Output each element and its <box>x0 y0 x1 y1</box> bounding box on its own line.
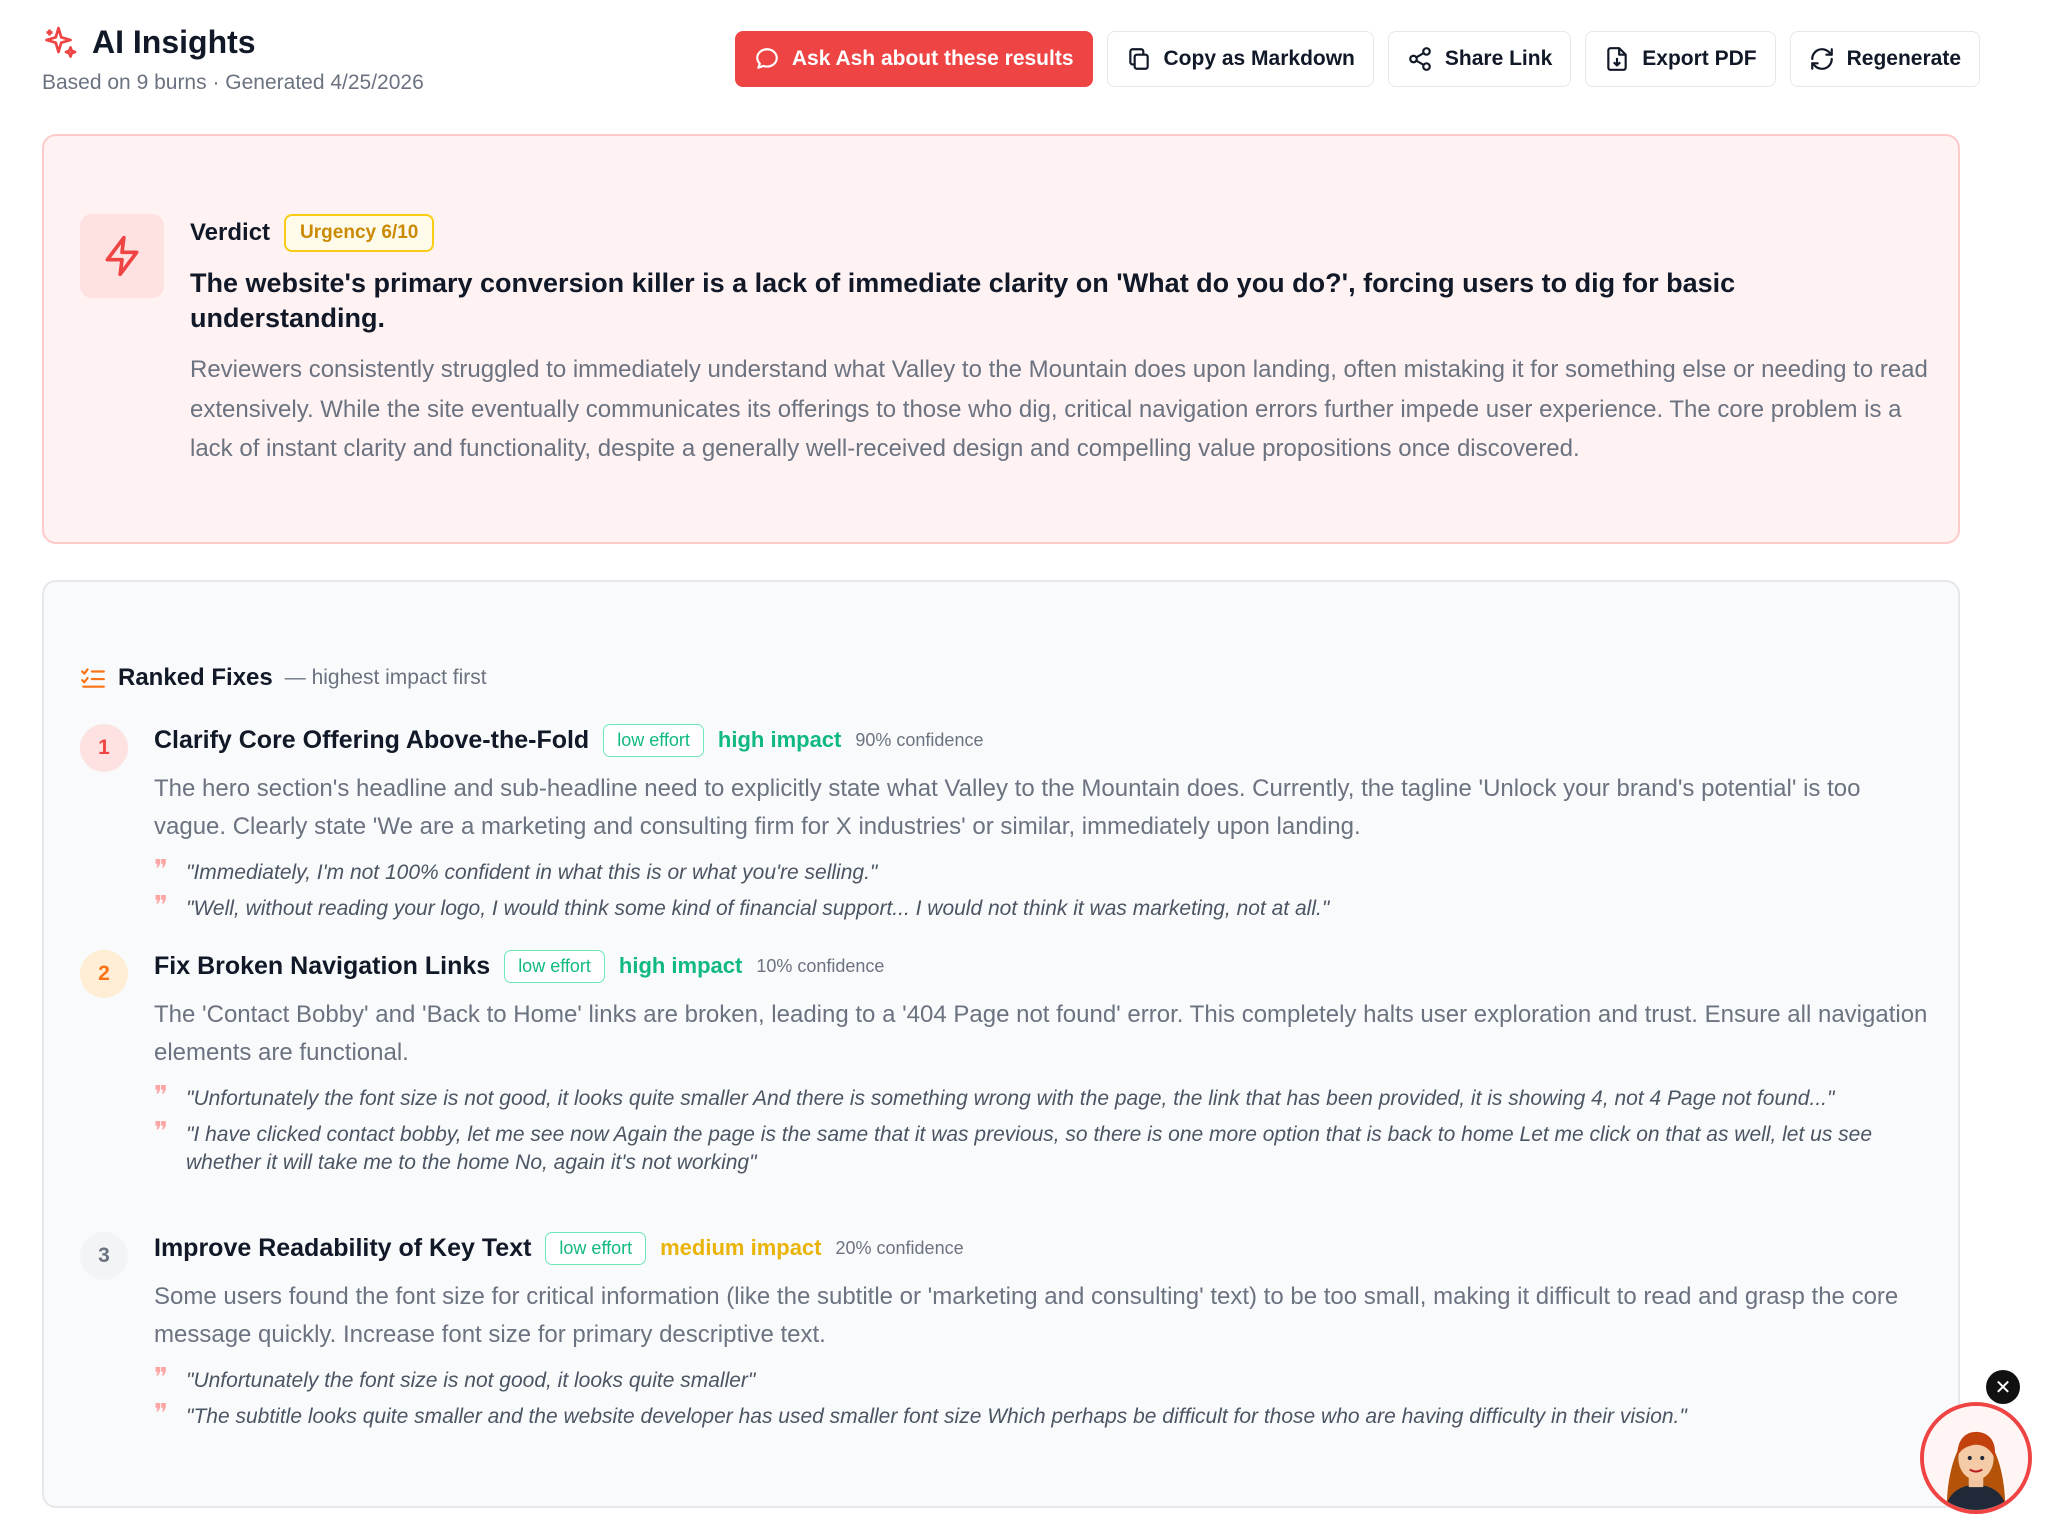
sparkles-icon <box>45 26 77 58</box>
refresh-icon <box>1810 48 1833 70</box>
confidence-label: 10% confidence <box>756 955 885 976</box>
urgency-badge: Urgency 6/10 <box>284 214 435 252</box>
verdict-label: Verdict <box>190 219 271 246</box>
fix-number: 1 <box>80 724 128 772</box>
fix-head: Fix Broken Navigation Links low effort h… <box>154 946 1932 986</box>
list-check-icon <box>81 668 105 688</box>
verdict-icon-box <box>80 214 164 298</box>
quote-icon: ❞ <box>154 1117 168 1148</box>
fix-content: Improve Readability of Key Text low effo… <box>154 1228 1932 1431</box>
export-pdf-label: Export PDF <box>1642 47 1757 70</box>
fix-title: Improve Readability of Key Text <box>154 1233 532 1262</box>
verdict-headline: The website's primary conversion killer … <box>190 268 1736 334</box>
regenerate-label: Regenerate <box>1846 47 1961 70</box>
quote-text: "Well, without reading your logo, I woul… <box>186 897 1330 921</box>
quote-icon: ❞ <box>154 1080 168 1111</box>
share-link-button[interactable]: Share Link <box>1387 31 1572 87</box>
effort-badge: low effort <box>545 1231 647 1265</box>
verdict-text: Reviewers consistently struggled to imme… <box>190 356 1928 463</box>
fix-head: Clarify Core Offering Above-the-Fold low… <box>154 720 1932 760</box>
ranked-fixes-subtitle: — highest impact first <box>284 666 487 689</box>
impact-label: medium impact <box>660 1235 822 1260</box>
quote-list: ❞ "Immediately, I'm not 100% confident i… <box>154 854 1932 924</box>
quote-icon: ❞ <box>154 891 168 922</box>
quote-item: ❞ "I have clicked contact bobby, let me … <box>154 1117 1932 1178</box>
copy-markdown-button[interactable]: Copy as Markdown <box>1106 31 1374 87</box>
chat-bubble-icon <box>756 48 778 69</box>
confidence-label: 20% confidence <box>835 1237 964 1258</box>
ask-ash-button[interactable]: Ask Ash about these results <box>734 31 1093 87</box>
fix-item: 1 Clarify Core Offering Above-the-Fold l… <box>80 720 1932 931</box>
fix-title: Fix Broken Navigation Links <box>154 951 491 980</box>
quote-list: ❞ "Unfortunately the font size is not go… <box>154 1362 1932 1432</box>
effort-badge: low effort <box>504 949 605 983</box>
quote-text: "Immediately, I'm not 100% confident in … <box>186 860 878 884</box>
assistant-avatar-icon <box>1924 1406 2028 1510</box>
quote-item: ❞ "Unfortunately the font size is not go… <box>154 1362 1932 1395</box>
ask-ash-label: Ask Ash about these results <box>791 47 1074 70</box>
verdict-card: Verdict Urgency 6/10 The website's prima… <box>42 134 1960 544</box>
file-download-icon <box>1607 47 1628 71</box>
quote-text: "Unfortunately the font size is not good… <box>186 1086 1835 1110</box>
quote-text: "I have clicked contact bobby, let me se… <box>186 1123 1873 1175</box>
ranked-fixes-title: Ranked Fixes <box>118 664 273 691</box>
share-link-label: Share Link <box>1444 47 1553 70</box>
verdict-body: Verdict Urgency 6/10 The website's prima… <box>190 214 1932 469</box>
fix-description: The hero section's headline and sub-head… <box>154 775 1861 841</box>
fix-number: 2 <box>80 950 128 998</box>
fix-number: 3 <box>80 1232 128 1280</box>
page-title: AI Insights <box>92 24 256 60</box>
quote-text: "The subtitle looks quite smaller and th… <box>186 1405 1687 1429</box>
close-widget-button[interactable]: ✕ <box>1986 1370 2020 1404</box>
fix-content: Clarify Core Offering Above-the-Fold low… <box>154 720 1932 923</box>
fix-content: Fix Broken Navigation Links low effort h… <box>154 946 1932 1178</box>
quote-item: ❞ "The subtitle looks quite smaller and … <box>154 1399 1932 1431</box>
impact-label: high impact <box>717 727 842 752</box>
assistant-avatar-button[interactable] <box>1920 1402 2032 1514</box>
copy-markdown-label: Copy as Markdown <box>1163 47 1355 70</box>
fix-description: The 'Contact Bobby' and 'Back to Home' l… <box>154 1001 1928 1067</box>
fix-title: Clarify Core Offering Above-the-Fold <box>154 725 590 754</box>
ranked-fixes-card: Ranked Fixes — highest impact first 1 Cl… <box>42 580 1960 1508</box>
impact-label: high impact <box>618 953 743 978</box>
verdict-head: Verdict Urgency 6/10 <box>190 214 1932 252</box>
lightning-icon <box>105 235 139 277</box>
effort-badge: low effort <box>603 723 704 757</box>
regenerate-button[interactable]: Regenerate <box>1789 31 1980 87</box>
fix-item: 2 Fix Broken Navigation Links low effort… <box>80 946 1932 1186</box>
quote-text: "Unfortunately the font size is not good… <box>186 1368 756 1392</box>
fix-head: Improve Readability of Key Text low effo… <box>154 1228 1932 1268</box>
confidence-label: 90% confidence <box>855 729 984 750</box>
quote-item: ❞ "Unfortunately the font size is not go… <box>154 1080 1932 1113</box>
quote-item: ❞ "Well, without reading your logo, I wo… <box>154 891 1932 923</box>
ranked-fixes-header: Ranked Fixes — highest impact first <box>80 664 487 692</box>
copy-icon <box>1128 48 1149 70</box>
fix-item: 3 Improve Readability of Key Text low ef… <box>80 1228 1932 1439</box>
quote-icon: ❞ <box>154 1362 168 1393</box>
quote-list: ❞ "Unfortunately the font size is not go… <box>154 1080 1932 1178</box>
toolbar: Ask Ash about these results Copy as Mark… <box>734 31 1980 87</box>
quote-item: ❞ "Immediately, I'm not 100% confident i… <box>154 854 1932 887</box>
quote-icon: ❞ <box>154 1399 168 1430</box>
share-icon <box>1409 47 1431 71</box>
quote-icon: ❞ <box>154 854 168 885</box>
fix-description: Some users found the font size for criti… <box>154 1283 1899 1349</box>
export-pdf-button[interactable]: Export PDF <box>1585 31 1776 87</box>
